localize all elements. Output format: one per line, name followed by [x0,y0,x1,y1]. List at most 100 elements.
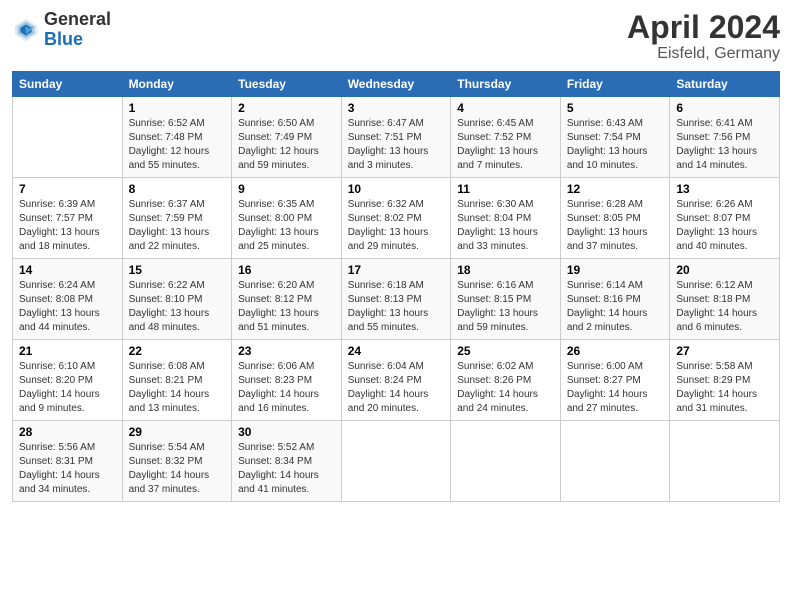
day-info: Sunrise: 6:14 AM Sunset: 8:16 PM Dayligh… [567,279,664,335]
calendar-cell [670,421,780,502]
calendar-cell: 25 Sunrise: 6:02 AM Sunset: 8:26 PM Dayli… [451,340,561,421]
calendar-cell: 21 Sunrise: 6:10 AM Sunset: 8:20 PM Dayli… [13,340,123,421]
calendar-cell: 26 Sunrise: 6:00 AM Sunset: 8:27 PM Dayli… [560,340,670,421]
day-info: Sunrise: 6:10 AM Sunset: 8:20 PM Dayligh… [19,360,116,416]
day-number: 13 [676,182,773,196]
day-info: Sunrise: 6:37 AM Sunset: 7:59 PM Dayligh… [129,198,226,254]
calendar-day-header: Friday [560,72,670,97]
calendar-cell: 13 Sunrise: 6:26 AM Sunset: 8:07 PM Dayli… [670,178,780,259]
calendar-cell: 27 Sunrise: 5:58 AM Sunset: 8:29 PM Dayli… [670,340,780,421]
day-info: Sunrise: 6:06 AM Sunset: 8:23 PM Dayligh… [238,360,335,416]
day-number: 20 [676,263,773,277]
day-info: Sunrise: 6:41 AM Sunset: 7:56 PM Dayligh… [676,117,773,173]
day-number: 4 [457,101,554,115]
calendar-cell: 8Sunrise: 6:37 AM Sunset: 7:59 PM Daylig… [122,178,232,259]
calendar-day-header: Wednesday [341,72,451,97]
calendar-cell: 29Sunrise: 5:54 AM Sunset: 8:32 PM Dayli… [122,421,232,502]
day-info: Sunrise: 6:02 AM Sunset: 8:26 PM Dayligh… [457,360,554,416]
day-info: Sunrise: 6:28 AM Sunset: 8:05 PM Dayligh… [567,198,664,254]
logo-text: GeneralBlue [44,10,111,50]
calendar-day-header: Thursday [451,72,561,97]
day-number: 1 [129,101,226,115]
day-info: Sunrise: 5:52 AM Sunset: 8:34 PM Dayligh… [238,441,335,497]
calendar-cell: 10 Sunrise: 6:32 AM Sunset: 8:02 PM Dayli… [341,178,451,259]
day-number: 2 [238,101,335,115]
day-info: Sunrise: 6:52 AM Sunset: 7:48 PM Dayligh… [129,117,226,173]
page-header: GeneralBlue April 2024 Eisfeld, Germany [12,10,780,63]
day-number: 24 [348,344,445,358]
day-number: 22 [129,344,226,358]
day-info: Sunrise: 5:58 AM Sunset: 8:29 PM Dayligh… [676,360,773,416]
day-number: 6 [676,101,773,115]
calendar-cell [13,97,123,178]
subtitle: Eisfeld, Germany [627,45,780,63]
day-info: Sunrise: 6:00 AM Sunset: 8:27 PM Dayligh… [567,360,664,416]
calendar-cell: 3Sunrise: 6:47 AM Sunset: 7:51 PM Daylig… [341,97,451,178]
calendar-cell: 28 Sunrise: 5:56 AM Sunset: 8:31 PM Dayli… [13,421,123,502]
calendar-day-header: Monday [122,72,232,97]
day-number: 27 [676,344,773,358]
title-block: April 2024 Eisfeld, Germany [627,10,780,63]
calendar-day-header: Sunday [13,72,123,97]
calendar-cell: 20 Sunrise: 6:12 AM Sunset: 8:18 PM Dayli… [670,259,780,340]
day-info: Sunrise: 6:22 AM Sunset: 8:10 PM Dayligh… [129,279,226,335]
calendar-cell [560,421,670,502]
day-info: Sunrise: 6:12 AM Sunset: 8:18 PM Dayligh… [676,279,773,335]
calendar-cell: 2 Sunrise: 6:50 AM Sunset: 7:49 PM Daylig… [232,97,342,178]
day-number: 10 [348,182,445,196]
day-info: Sunrise: 6:08 AM Sunset: 8:21 PM Dayligh… [129,360,226,416]
day-info: Sunrise: 6:32 AM Sunset: 8:02 PM Dayligh… [348,198,445,254]
page-container: GeneralBlue April 2024 Eisfeld, Germany … [0,0,792,512]
logo-icon [12,16,40,44]
calendar-week-row: 21 Sunrise: 6:10 AM Sunset: 8:20 PM Dayli… [13,340,780,421]
day-number: 18 [457,263,554,277]
day-info: Sunrise: 6:04 AM Sunset: 8:24 PM Dayligh… [348,360,445,416]
day-number: 28 [19,425,116,439]
calendar-cell: 23 Sunrise: 6:06 AM Sunset: 8:23 PM Dayli… [232,340,342,421]
day-info: Sunrise: 6:43 AM Sunset: 7:54 PM Dayligh… [567,117,664,173]
day-info: Sunrise: 5:56 AM Sunset: 8:31 PM Dayligh… [19,441,116,497]
day-number: 16 [238,263,335,277]
calendar-week-row: 1 Sunrise: 6:52 AM Sunset: 7:48 PM Daylig… [13,97,780,178]
calendar-cell [341,421,451,502]
calendar-cell: 18 Sunrise: 6:16 AM Sunset: 8:15 PM Dayli… [451,259,561,340]
day-number: 25 [457,344,554,358]
day-info: Sunrise: 6:20 AM Sunset: 8:12 PM Dayligh… [238,279,335,335]
logo: GeneralBlue [12,10,111,50]
calendar-cell: 14Sunrise: 6:24 AM Sunset: 8:08 PM Dayli… [13,259,123,340]
calendar-day-header: Tuesday [232,72,342,97]
calendar-day-header: Saturday [670,72,780,97]
day-number: 17 [348,263,445,277]
calendar-cell: 16 Sunrise: 6:20 AM Sunset: 8:12 PM Dayli… [232,259,342,340]
day-info: Sunrise: 6:26 AM Sunset: 8:07 PM Dayligh… [676,198,773,254]
day-number: 23 [238,344,335,358]
day-info: Sunrise: 5:54 AM Sunset: 8:32 PM Dayligh… [129,441,226,497]
day-info: Sunrise: 6:50 AM Sunset: 7:49 PM Dayligh… [238,117,335,173]
calendar-cell: 9Sunrise: 6:35 AM Sunset: 8:00 PM Daylig… [232,178,342,259]
calendar-cell: 4Sunrise: 6:45 AM Sunset: 7:52 PM Daylig… [451,97,561,178]
day-number: 30 [238,425,335,439]
calendar-cell: 7 Sunrise: 6:39 AM Sunset: 7:57 PM Daylig… [13,178,123,259]
calendar-cell: 17 Sunrise: 6:18 AM Sunset: 8:13 PM Dayli… [341,259,451,340]
day-number: 21 [19,344,116,358]
calendar-cell: 1 Sunrise: 6:52 AM Sunset: 7:48 PM Daylig… [122,97,232,178]
calendar-cell: 5 Sunrise: 6:43 AM Sunset: 7:54 PM Daylig… [560,97,670,178]
day-info: Sunrise: 6:18 AM Sunset: 8:13 PM Dayligh… [348,279,445,335]
calendar-table: SundayMondayTuesdayWednesdayThursdayFrid… [12,71,780,502]
day-number: 15 [129,263,226,277]
day-number: 9 [238,182,335,196]
day-info: Sunrise: 6:16 AM Sunset: 8:15 PM Dayligh… [457,279,554,335]
calendar-cell: 19 Sunrise: 6:14 AM Sunset: 8:16 PM Dayli… [560,259,670,340]
day-number: 14 [19,263,116,277]
day-number: 3 [348,101,445,115]
calendar-header-row: SundayMondayTuesdayWednesdayThursdayFrid… [13,72,780,97]
day-number: 7 [19,182,116,196]
calendar-cell: 12Sunrise: 6:28 AM Sunset: 8:05 PM Dayli… [560,178,670,259]
calendar-cell: 24 Sunrise: 6:04 AM Sunset: 8:24 PM Dayli… [341,340,451,421]
day-number: 19 [567,263,664,277]
day-number: 5 [567,101,664,115]
day-info: Sunrise: 6:39 AM Sunset: 7:57 PM Dayligh… [19,198,116,254]
calendar-cell [451,421,561,502]
day-number: 26 [567,344,664,358]
calendar-week-row: 7 Sunrise: 6:39 AM Sunset: 7:57 PM Daylig… [13,178,780,259]
